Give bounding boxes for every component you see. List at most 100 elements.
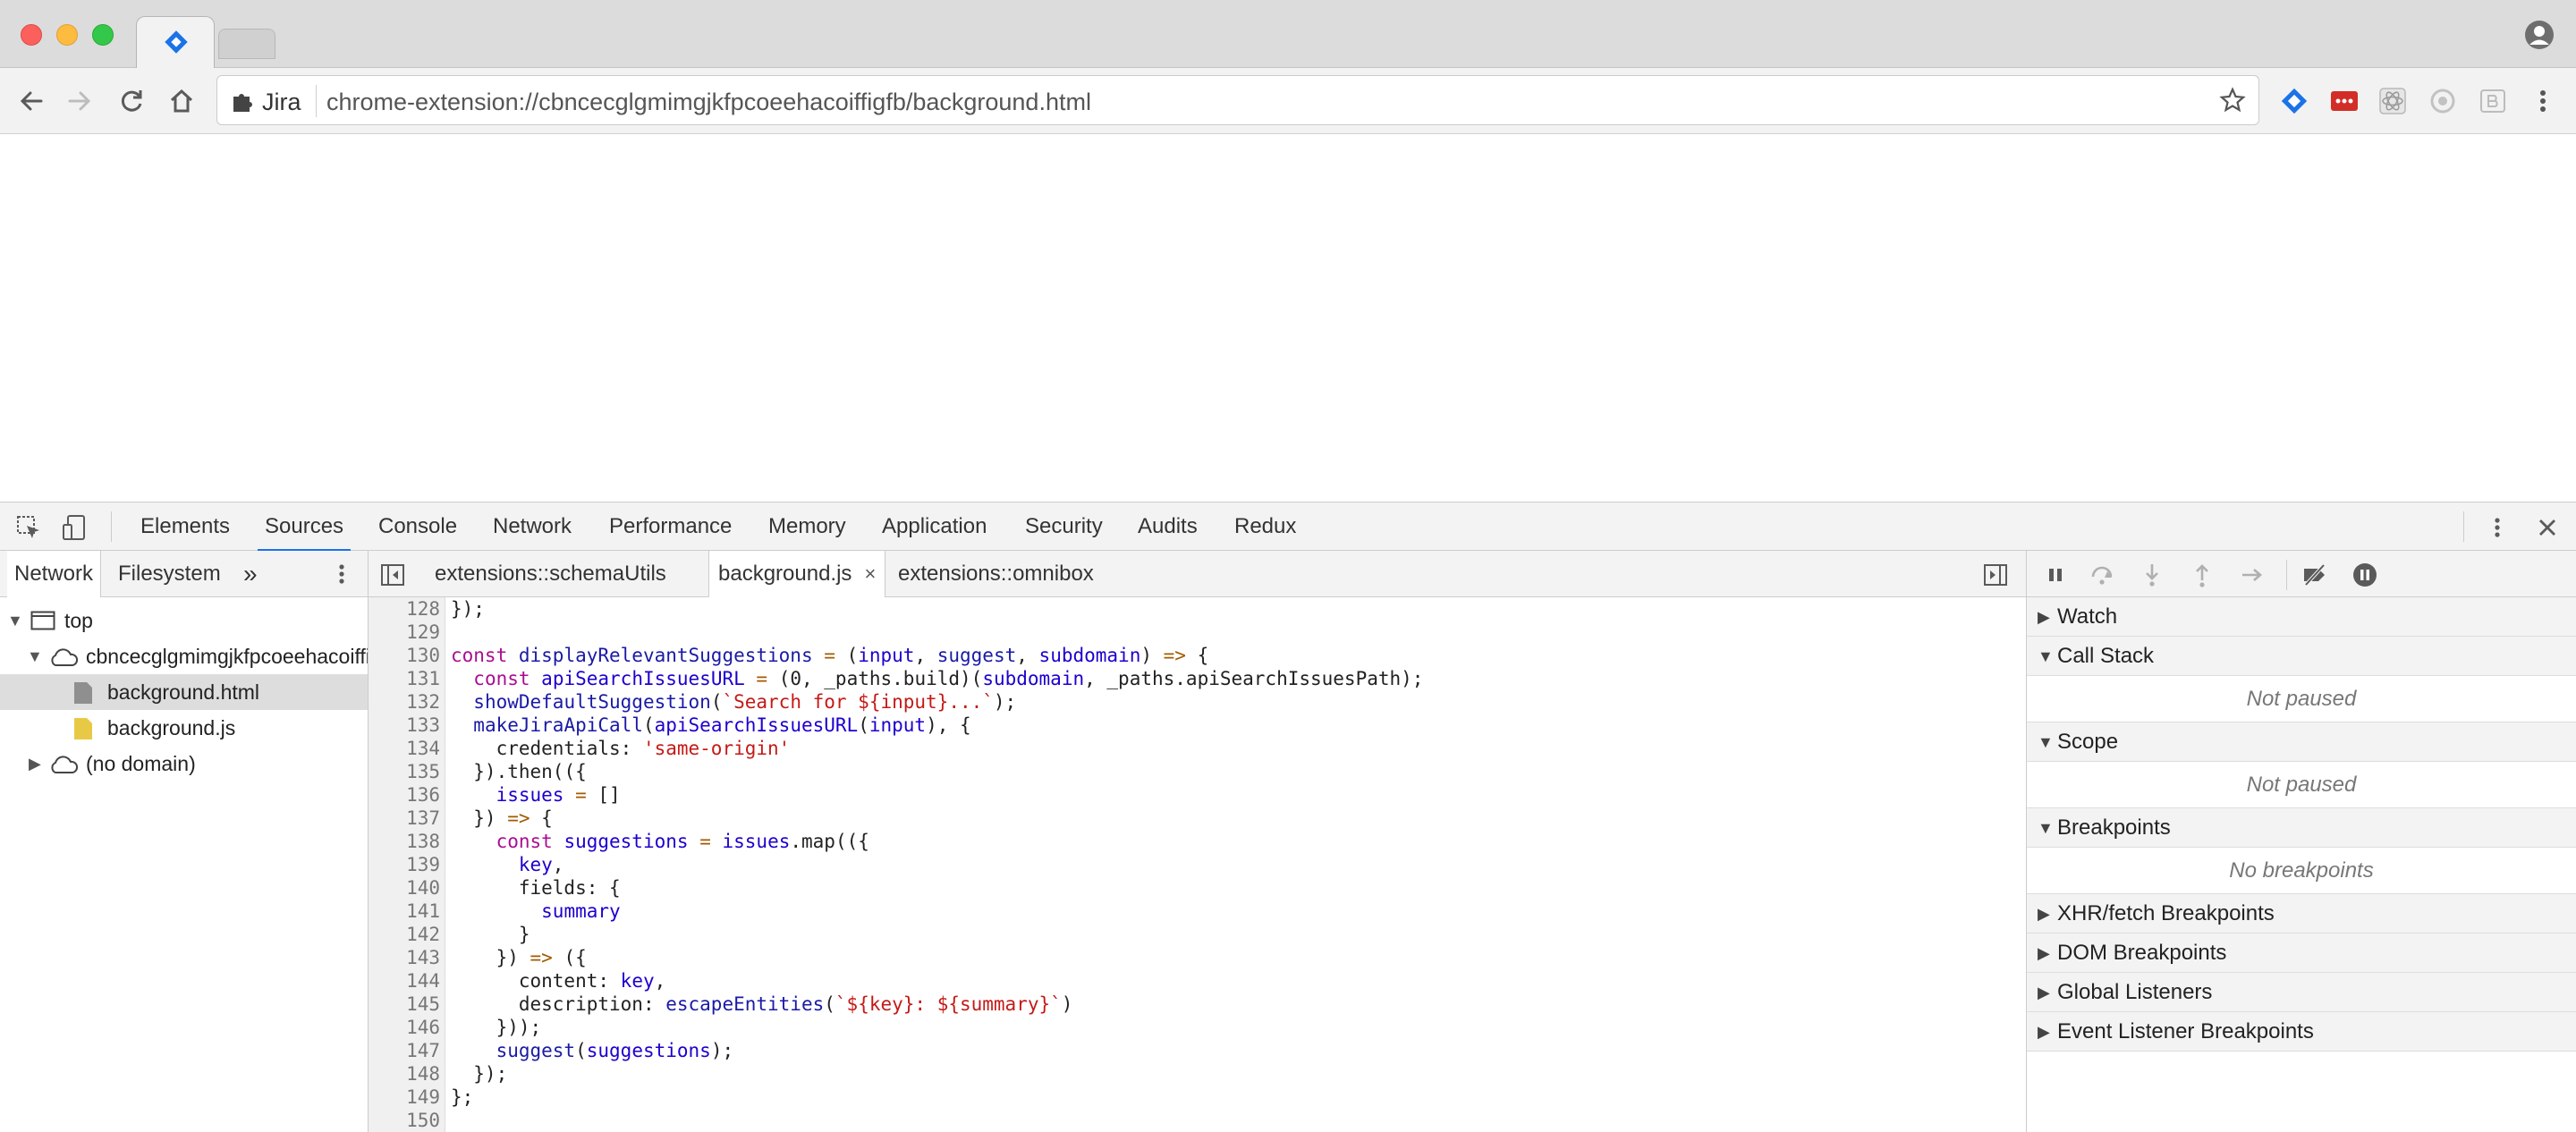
line-number[interactable]: 150 [369,1109,440,1132]
tab-application[interactable]: Application [882,503,987,551]
collapsed-triangle-icon: ▶ [2038,984,2050,1001]
navigator-menu-icon[interactable] [327,560,356,588]
tab-performance[interactable]: Performance [609,503,732,551]
tree-item-top[interactable]: ▼ top [0,603,368,638]
devtools-menu-icon[interactable] [2483,513,2512,542]
window-zoom-button[interactable] [92,24,114,46]
device-toolbar-icon[interactable] [61,513,89,542]
section-title: Call Stack [2057,644,2155,668]
browser-tab-active[interactable] [136,16,215,68]
reload-button[interactable] [116,86,147,116]
editor-tab-omnibox[interactable]: extensions::omnibox [898,551,1094,597]
step-out-icon[interactable] [2188,561,2216,589]
line-number[interactable]: 141 [369,900,440,923]
home-button[interactable] [166,86,197,116]
bookmark-star-icon[interactable] [2219,87,2246,114]
tab-console[interactable]: Console [378,503,457,551]
navigator-tab-network[interactable]: Network [7,551,102,597]
tree-item-background-js[interactable]: background.js [0,710,368,746]
section-xhr-fetch-breakpoints[interactable]: ▶ XHR/fetch Breakpoints [2027,894,2576,933]
new-tab-button[interactable] [218,29,275,59]
toggle-navigator-icon[interactable] [379,562,406,588]
line-number[interactable]: 140 [369,876,440,900]
line-number[interactable]: 132 [369,690,440,714]
code-text: })); [451,1017,542,1038]
close-tab-icon[interactable]: × [864,562,876,585]
inspect-element-icon[interactable] [14,513,43,542]
line-number[interactable]: 142 [369,923,440,946]
section-global-listeners[interactable]: ▶ Global Listeners [2027,973,2576,1012]
section-dom-breakpoints[interactable]: ▶ DOM Breakpoints [2027,933,2576,973]
tab-sources[interactable]: Sources [257,503,352,552]
tree-item-extension-domain[interactable]: ▼ cbncecglgmimgjkfpcoeehacoiffigfb [0,638,368,674]
step-over-icon[interactable] [2088,561,2116,589]
editor-tab-schemautils[interactable]: extensions::schemaUtils [435,551,666,597]
section-title: Scope [2057,730,2119,754]
scope-status: Not paused [2027,762,2576,808]
navigator-more-tabs-button[interactable]: » [236,551,265,597]
line-number[interactable]: 148 [369,1062,440,1086]
step-into-icon[interactable] [2138,561,2166,589]
profile-icon[interactable] [2524,20,2555,50]
react-devtools-extension-icon[interactable] [2377,86,2408,116]
page-content [0,135,2576,502]
line-number[interactable]: 128 [369,597,440,621]
line-number[interactable]: 134 [369,737,440,760]
deactivate-breakpoints-icon[interactable] [2301,561,2329,589]
line-number[interactable]: 145 [369,993,440,1016]
code-area[interactable]: 128}); 129 130 const displayRelevantSuggest… [369,597,2026,1132]
close-devtools-icon[interactable] [2533,513,2562,542]
navigator-tab-filesystem[interactable]: Filesystem [111,551,228,597]
sources-navigator: Network Filesystem » ▼ top ▼ cbncecglgmi… [0,551,369,1132]
line-number[interactable]: 138 [369,830,440,853]
window-minimize-button[interactable] [56,24,78,46]
window-close-button[interactable] [21,24,42,46]
redux-extension-icon[interactable] [2428,86,2458,116]
tab-memory[interactable]: Memory [768,503,846,551]
section-scope[interactable]: ▼ Scope [2027,722,2576,762]
line-number[interactable]: 133 [369,714,440,737]
tab-security[interactable]: Security [1025,503,1103,551]
section-event-listener-breakpoints[interactable]: ▶ Event Listener Breakpoints [2027,1012,2576,1052]
pause-on-exceptions-icon[interactable] [2351,561,2379,589]
section-title: DOM Breakpoints [2057,941,2227,965]
line-number[interactable]: 137 [369,807,440,830]
tree-item-no-domain[interactable]: ▶ (no domain) [0,746,368,781]
lastpass-extension-icon[interactable] [2329,86,2360,116]
line-number[interactable]: 149 [369,1086,440,1109]
section-breakpoints[interactable]: ▼ Breakpoints [2027,808,2576,848]
editor-tab-background-js[interactable]: background.js × [708,551,886,597]
pause-icon[interactable] [2041,561,2070,589]
line-number[interactable]: 129 [369,621,440,644]
line-number[interactable]: 136 [369,783,440,807]
tab-redux[interactable]: Redux [1234,503,1296,551]
jira-extension-icon[interactable] [2279,86,2309,116]
toggle-debugger-sidebar-icon[interactable] [1982,562,2009,588]
extension-b-icon[interactable] [2478,86,2508,116]
line-number[interactable]: 135 [369,760,440,783]
section-watch[interactable]: ▶ Watch [2027,597,2576,637]
line-number[interactable]: 131 [369,667,440,690]
code-text: description: escapeEntities(`${key}: ${s… [518,993,1073,1015]
tab-elements[interactable]: Elements [140,503,230,551]
toolbar-divider [111,511,112,542]
forward-button[interactable] [64,86,95,116]
line-number[interactable]: 146 [369,1016,440,1039]
line-number[interactable]: 139 [369,853,440,876]
tab-network[interactable]: Network [493,503,572,551]
tab-audits[interactable]: Audits [1138,503,1198,551]
line-number[interactable]: 130 [369,644,440,667]
code-text: issues = [] [496,784,621,806]
tree-item-label: background.js [107,716,236,739]
chrome-menu-icon[interactable] [2528,86,2558,116]
line-number[interactable]: 143 [369,946,440,969]
line-number[interactable]: 147 [369,1039,440,1062]
address-bar[interactable]: Jira chrome-extension://cbncecglgmimgjkf… [216,75,2259,125]
back-button[interactable] [16,86,47,116]
tree-item-background-html[interactable]: background.html [0,674,368,710]
line-number[interactable]: 144 [369,969,440,993]
section-call-stack[interactable]: ▼ Call Stack [2027,637,2576,676]
file-html-icon [74,682,92,704]
step-icon[interactable] [2238,561,2267,589]
url-text[interactable]: chrome-extension://cbncecglgmimgjkfpcoee… [326,89,1091,116]
